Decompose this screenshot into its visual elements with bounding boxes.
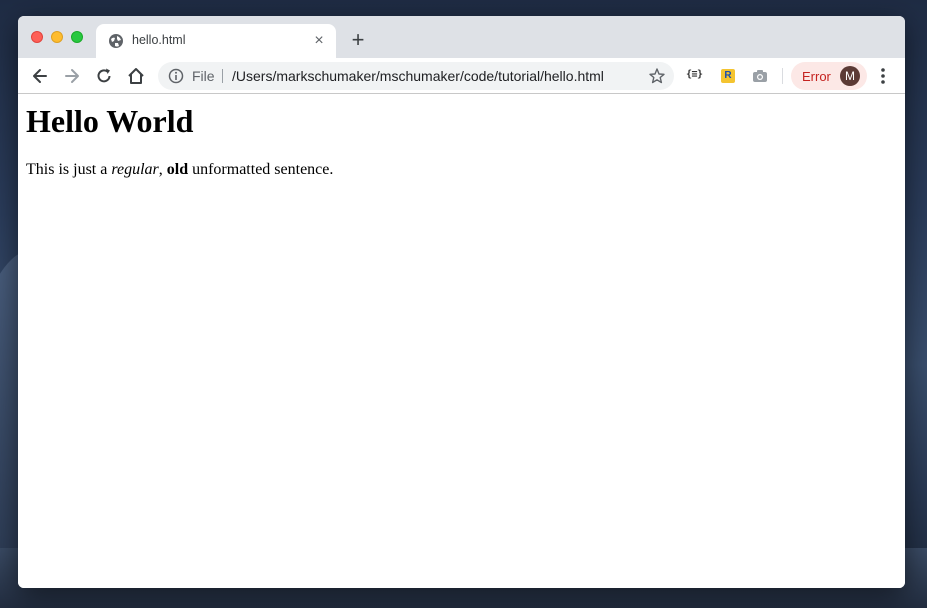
camera-icon[interactable] (752, 68, 768, 84)
browser-window: hello.html × + File /Users/markschumaker… (18, 16, 905, 588)
tab-hello-html[interactable]: hello.html × (96, 24, 336, 58)
new-tab-button[interactable]: + (346, 28, 370, 52)
json-viewer-extension-icon[interactable]: {≡} (686, 69, 703, 85)
error-label: Error (802, 69, 831, 84)
address-bar[interactable]: File /Users/markschumaker/mschumaker/cod… (158, 62, 674, 90)
omnibox-separator (222, 69, 223, 83)
r-extension-icon[interactable]: R (721, 69, 735, 83)
globe-icon (108, 33, 124, 49)
more-menu-icon[interactable] (876, 66, 890, 86)
url-text[interactable]: /Users/markschumaker/mschumaker/code/tut… (232, 68, 604, 84)
bookmark-star-icon[interactable] (648, 67, 666, 85)
profile-error-button[interactable]: Error M (791, 62, 867, 90)
sentence-part-3: unformatted sentence. (188, 161, 334, 178)
sentence-part-2: , (158, 161, 167, 178)
page-content: Hello World This is just a regular, old … (18, 95, 905, 588)
sentence-italic: regular (111, 161, 159, 178)
tab-strip: hello.html × + (18, 16, 905, 58)
tab-title: hello.html (132, 33, 186, 47)
info-icon[interactable] (168, 68, 184, 84)
reload-icon[interactable] (94, 66, 114, 86)
page-paragraph: This is just a regular, old unformatted … (26, 161, 333, 179)
window-close-button[interactable] (31, 31, 43, 43)
tab-close-icon[interactable]: × (310, 32, 328, 50)
back-arrow-icon[interactable] (30, 66, 50, 86)
sentence-part-1: This is just a (26, 161, 112, 178)
forward-arrow-icon[interactable] (62, 66, 82, 86)
toolbar: File /Users/markschumaker/mschumaker/cod… (18, 58, 905, 94)
window-maximize-button[interactable] (71, 31, 83, 43)
sentence-bold: old (166, 161, 189, 178)
scheme-label: File (192, 68, 215, 84)
page-heading: Hello World (26, 103, 194, 139)
home-icon[interactable] (126, 66, 146, 86)
toolbar-divider (782, 68, 783, 84)
avatar: M (840, 66, 860, 86)
window-minimize-button[interactable] (51, 31, 63, 43)
